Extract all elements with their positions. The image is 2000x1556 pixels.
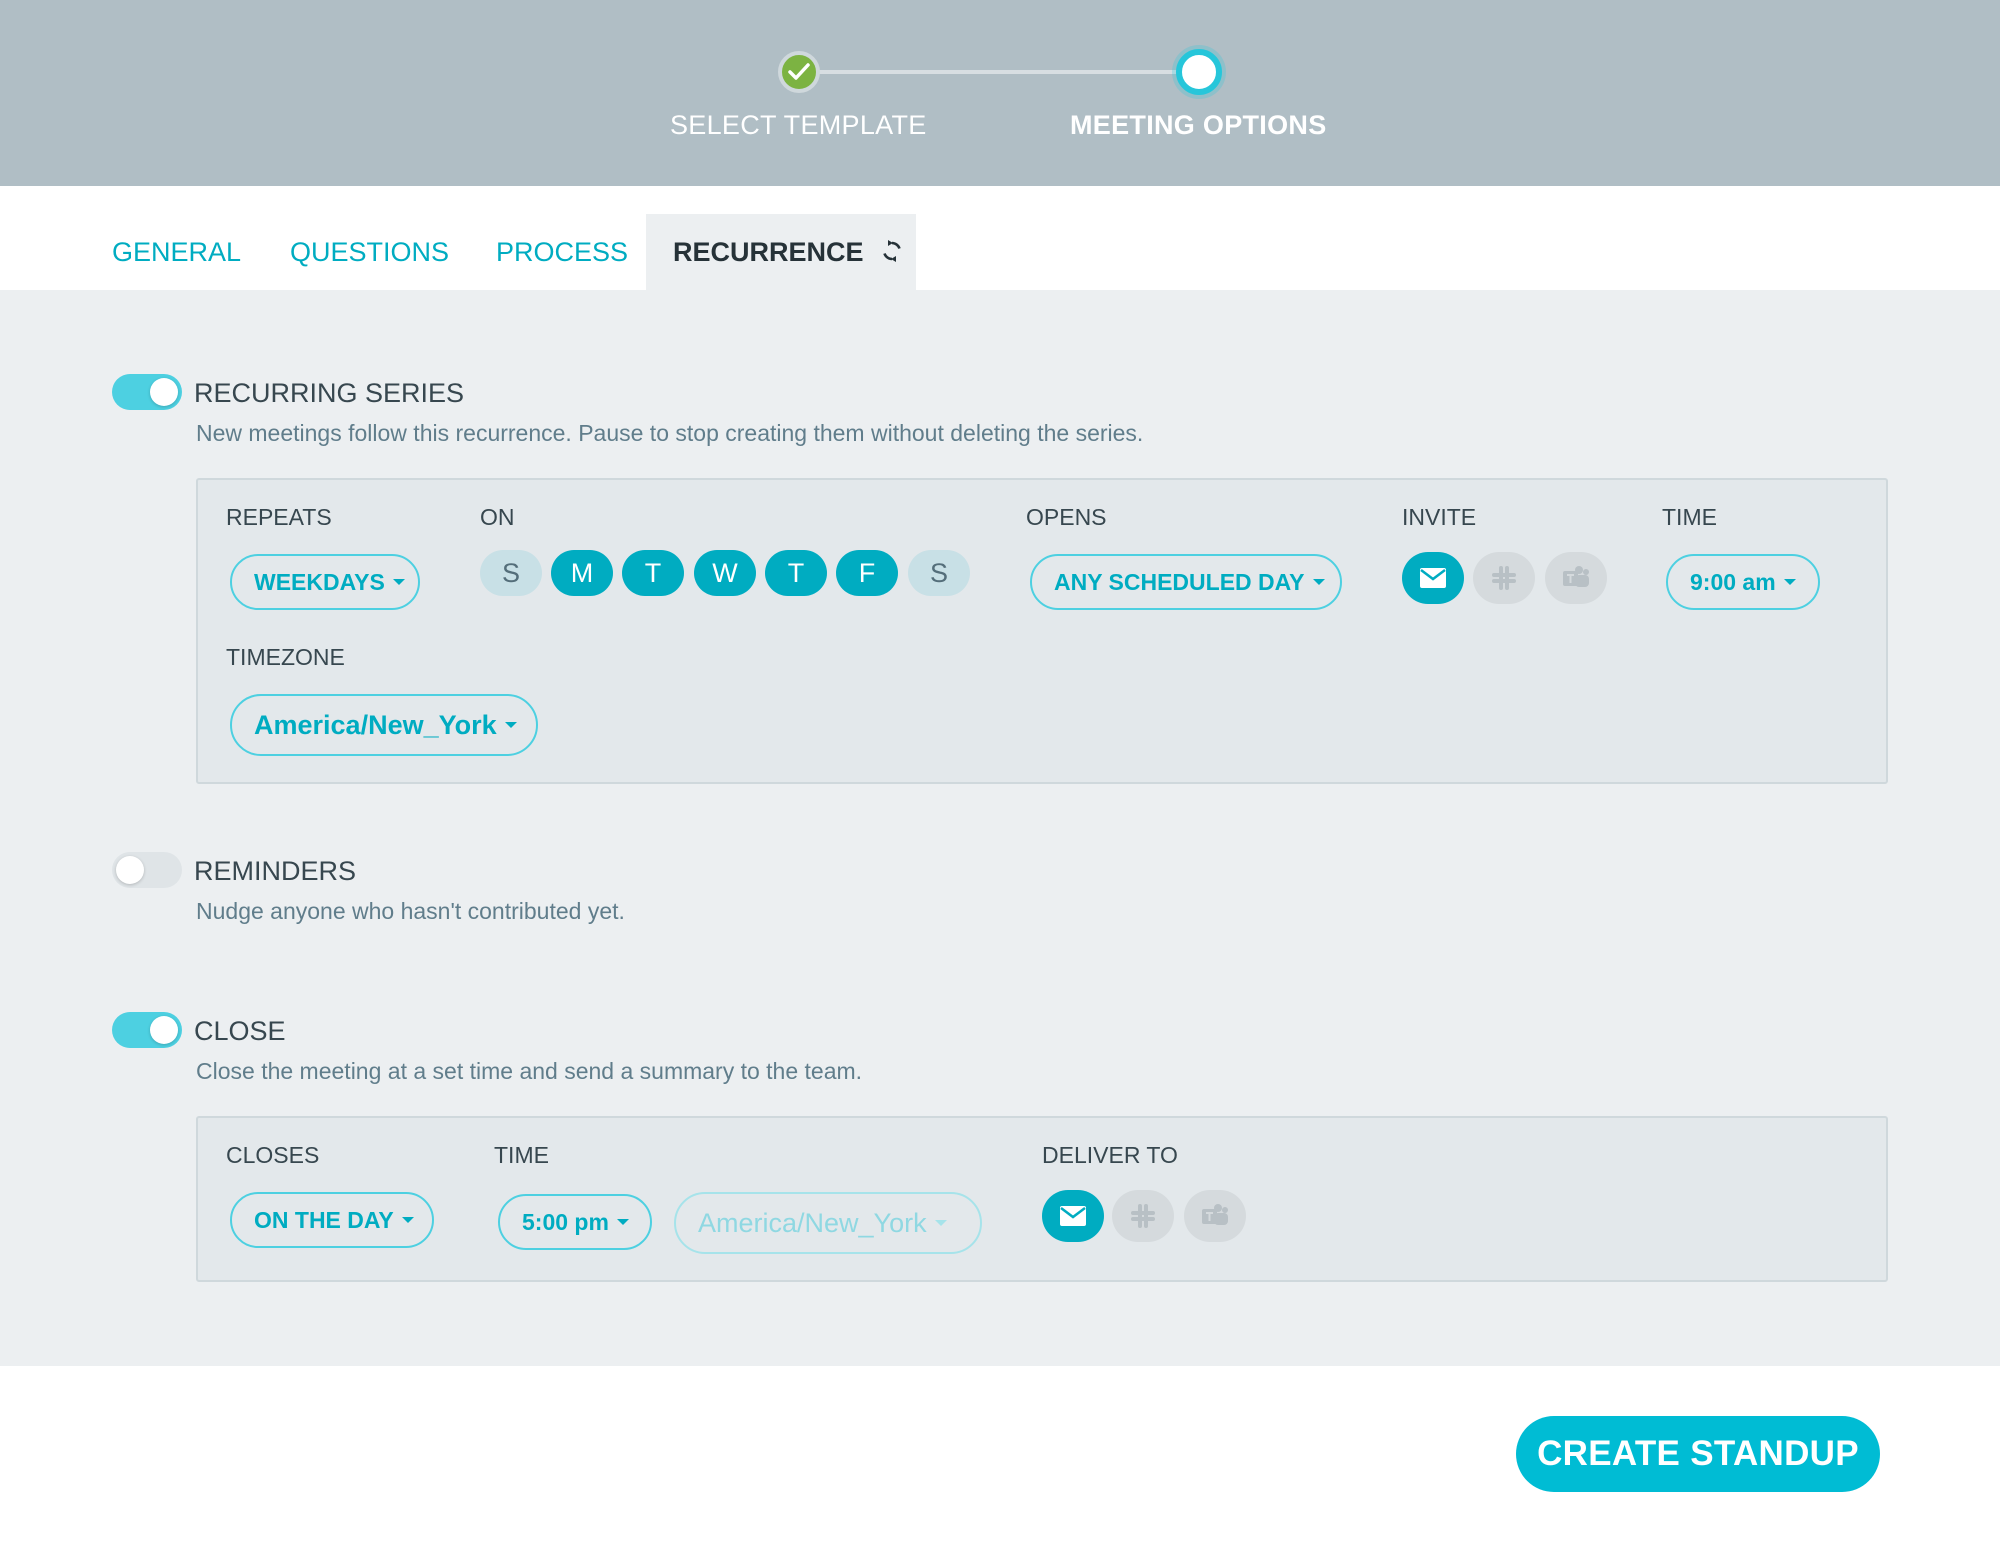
day-toggle-monday[interactable]: M (551, 550, 613, 596)
teams-icon (1202, 1204, 1228, 1225)
opens-dropdown[interactable]: ANY SCHEDULED DAY (1030, 554, 1342, 610)
timezone-value: America/New_York (254, 709, 497, 740)
day-toggle-thursday[interactable]: T (765, 550, 827, 596)
opens-label: OPENS (1026, 504, 1107, 530)
invite-teams-toggle[interactable] (1545, 552, 1607, 604)
create-standup-button[interactable]: CREATE STANDUP (1516, 1416, 1880, 1492)
close-toggle[interactable] (112, 1012, 182, 1048)
caret-down-icon (1783, 579, 1796, 585)
step-current-indicator (1176, 49, 1222, 95)
closes-label: CLOSES (226, 1142, 320, 1168)
opens-value: ANY SCHEDULED DAY (1054, 568, 1305, 595)
wizard-stepper: SELECT TEMPLATE MEETING OPTIONS (0, 0, 2000, 186)
invite-slack-toggle[interactable] (1473, 552, 1535, 604)
close-timezone-value: America/New_York (698, 1207, 927, 1238)
close-description: Close the meeting at a set time and send… (196, 1058, 863, 1084)
refresh-icon (881, 216, 903, 292)
deliver-teams-toggle[interactable] (1184, 1190, 1246, 1242)
invite-email-toggle[interactable] (1402, 552, 1464, 604)
caret-down-icon (1312, 579, 1325, 585)
reminders-toggle[interactable] (112, 852, 182, 888)
tab-general[interactable]: GENERAL (112, 214, 241, 290)
step-label-select-template[interactable]: SELECT TEMPLATE (670, 110, 927, 141)
timezone-dropdown[interactable]: America/New_York (230, 694, 538, 756)
recurring-series-description: New meetings follow this recurrence. Pau… (196, 420, 1144, 446)
recurring-series-title: RECURRING SERIES (194, 378, 465, 408)
reminders-title: REMINDERS (194, 856, 357, 886)
closes-dropdown[interactable]: ON THE DAY (230, 1192, 434, 1248)
caret-down-icon (401, 1217, 414, 1223)
options-tab-bar: GENERAL QUESTIONS PROCESS RECURRENCE (0, 186, 2000, 290)
close-timezone-dropdown[interactable]: America/New_York (674, 1192, 982, 1254)
close-options-box (196, 1116, 1888, 1282)
step-label-meeting-options: MEETING OPTIONS (1070, 110, 1327, 140)
repeats-label: REPEATS (226, 504, 332, 530)
open-time-dropdown[interactable]: 9:00 am (1666, 554, 1820, 610)
dialog-footer: CREATE STANDUP (0, 1366, 2000, 1556)
email-icon (1060, 1206, 1086, 1226)
time-label: TIME (1662, 504, 1717, 530)
tab-questions[interactable]: QUESTIONS (290, 214, 449, 290)
close-time-dropdown[interactable]: 5:00 pm (498, 1194, 652, 1250)
teams-icon (1563, 566, 1589, 587)
slack-icon (1492, 566, 1516, 590)
caret-down-icon (934, 1220, 947, 1226)
on-label: ON (480, 504, 515, 530)
open-time-value: 9:00 am (1690, 568, 1776, 595)
toggle-knob (150, 378, 178, 406)
email-icon (1420, 568, 1446, 588)
close-time-label: TIME (494, 1142, 549, 1168)
day-toggle-wednesday[interactable]: W (694, 550, 756, 596)
tab-process[interactable]: PROCESS (496, 214, 628, 290)
closes-value: ON THE DAY (254, 1206, 394, 1233)
close-title: CLOSE (194, 1016, 286, 1046)
toggle-knob (150, 1016, 178, 1044)
day-toggle-saturday[interactable]: S (908, 550, 970, 596)
reminders-description: Nudge anyone who hasn't contributed yet. (196, 898, 625, 924)
tab-recurrence[interactable]: RECURRENCE (646, 214, 916, 290)
day-toggle-friday[interactable]: F (836, 550, 898, 596)
caret-down-icon (616, 1219, 629, 1225)
close-time-value: 5:00 pm (522, 1208, 609, 1235)
slack-icon (1131, 1204, 1155, 1228)
stepper-connector (800, 70, 1200, 74)
day-toggle-sunday[interactable]: S (480, 550, 542, 596)
repeats-value: WEEKDAYS (254, 568, 385, 595)
timezone-label: TIMEZONE (226, 644, 345, 670)
caret-down-icon (392, 579, 405, 585)
deliver-slack-toggle[interactable] (1112, 1190, 1174, 1242)
deliver-to-label: DELIVER TO (1042, 1142, 1178, 1168)
step-complete-indicator[interactable] (778, 51, 820, 93)
recurring-series-toggle[interactable] (112, 374, 182, 410)
repeats-dropdown[interactable]: WEEKDAYS (230, 554, 420, 610)
recurrence-settings-panel: RECURRING SERIES New meetings follow thi… (0, 290, 2000, 1366)
invite-label: INVITE (1402, 504, 1477, 530)
deliver-email-toggle[interactable] (1042, 1190, 1104, 1242)
day-toggle-tuesday[interactable]: T (622, 550, 684, 596)
caret-down-icon (504, 722, 517, 728)
toggle-knob (116, 856, 144, 884)
tab-recurrence-label: RECURRENCE (673, 237, 864, 267)
checkmark-icon (788, 63, 810, 80)
